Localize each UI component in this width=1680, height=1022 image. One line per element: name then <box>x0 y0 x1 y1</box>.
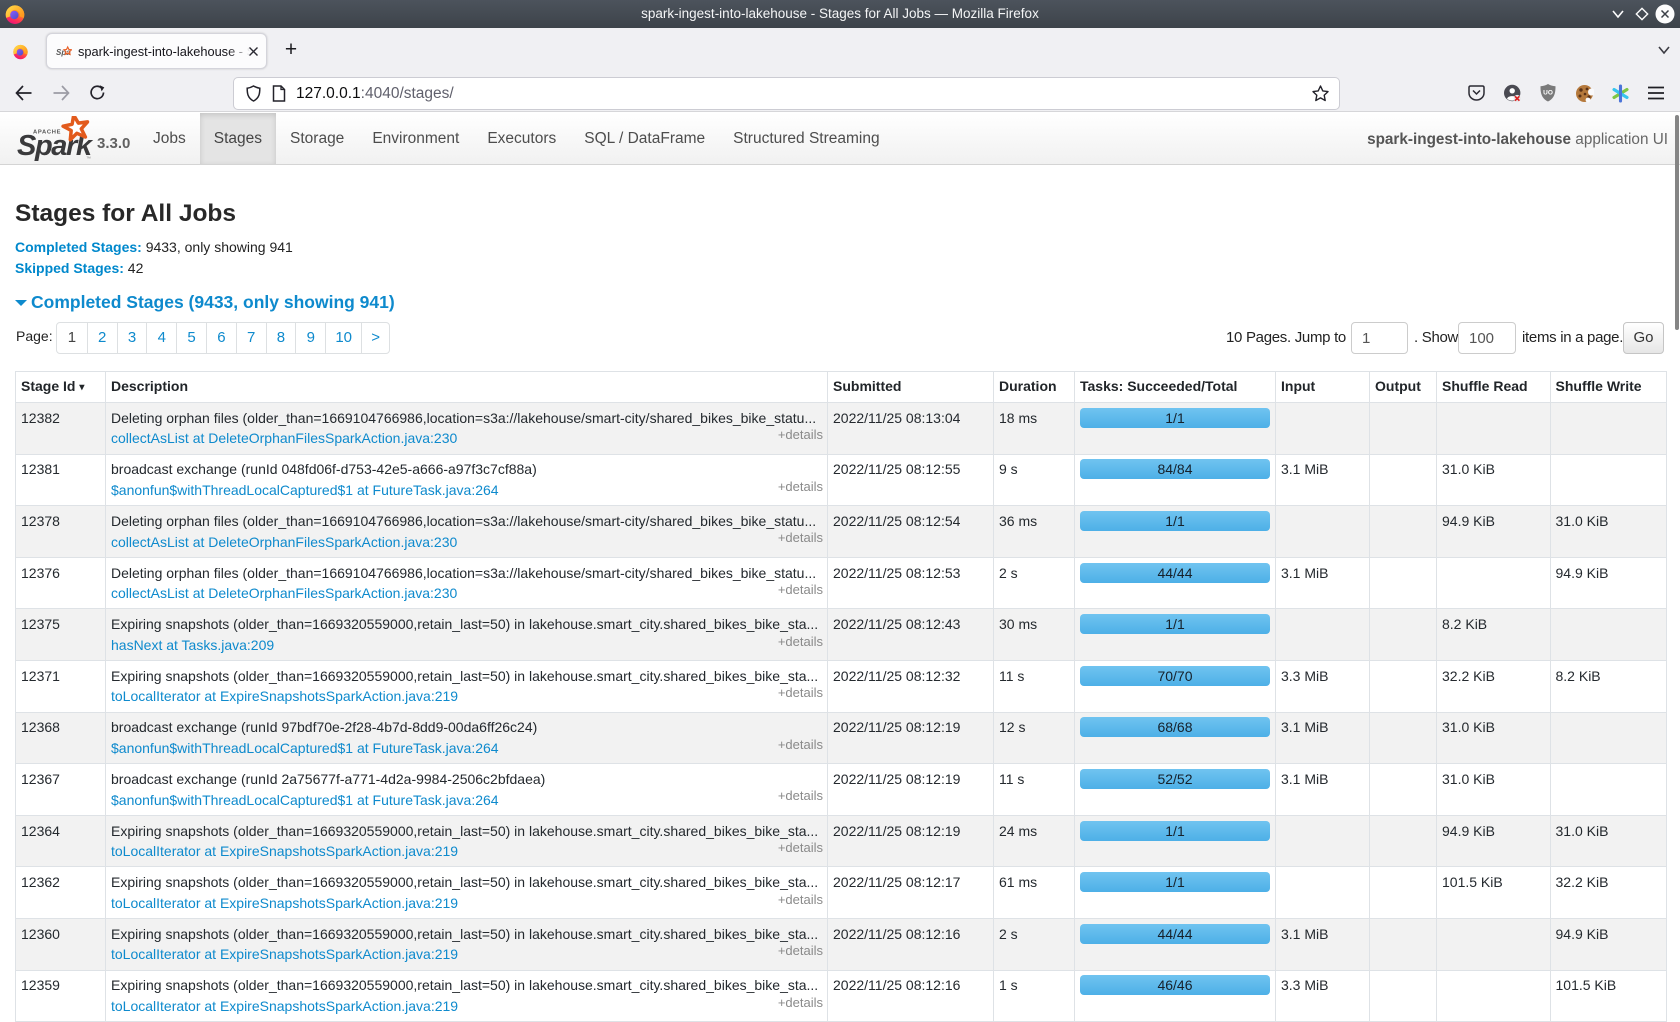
svg-text:UO: UO <box>1543 90 1553 97</box>
svg-text:™: ™ <box>86 156 91 162</box>
